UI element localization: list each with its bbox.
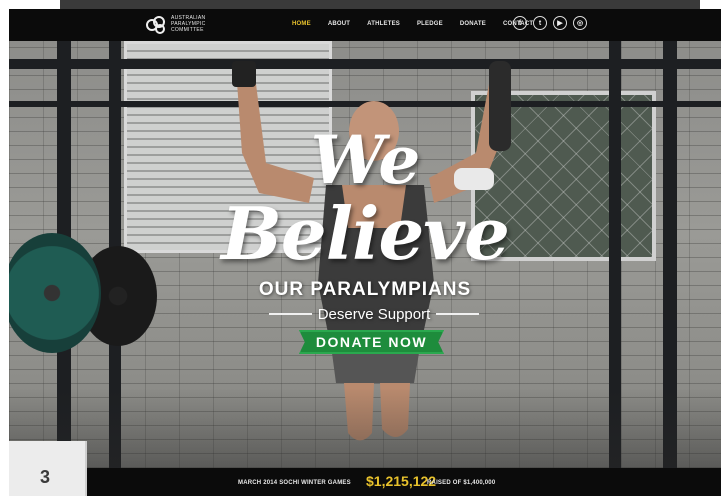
- nav-item-pledge[interactable]: PLEDGE: [417, 21, 443, 27]
- hero-headline-we: We: [310, 121, 421, 199]
- fundraising-label: MARCH 2014 SOCHI WINTER GAMES: [238, 480, 351, 486]
- fundraising-bar: MARCH 2014 SOCHI WINTER GAMES $1,215,122…: [9, 468, 721, 496]
- floor-shadow: [9, 388, 721, 468]
- donate-now-button[interactable]: DONATE NOW: [299, 330, 444, 354]
- youtube-icon[interactable]: ▶: [553, 16, 567, 30]
- nav-item-about[interactable]: ABOUT: [328, 21, 350, 27]
- podium-thumbnail: 3: [9, 441, 87, 496]
- logo[interactable]: AUSTRALIAN PARALYMPIC COMMITTEE: [145, 13, 219, 35]
- site-header: AUSTRALIAN PARALYMPIC COMMITTEE HOME ABO…: [9, 9, 721, 41]
- podium-number: 3: [40, 467, 51, 487]
- page: We Believe OUR PARALYMPIANS Deserve Supp…: [9, 9, 721, 496]
- fundraising-target: RAISED OF $1,400,000: [427, 480, 496, 486]
- nav-item-home[interactable]: HOME: [292, 21, 311, 27]
- paralympic-logo-icon: [146, 16, 165, 34]
- support-tagline: Deserve Support: [269, 304, 479, 324]
- hero-headline-believe: Believe: [221, 191, 510, 276]
- support-text: Deserve Support: [317, 305, 431, 323]
- logo-text: AUSTRALIAN PARALYMPIC COMMITTEE: [171, 15, 206, 33]
- nav-item-donate[interactable]: DONATE: [460, 21, 486, 27]
- hero-subheadline: OUR PARALYMPIANS: [258, 279, 472, 300]
- divider: [436, 313, 479, 315]
- nav-item-athletes[interactable]: ATHLETES: [367, 21, 400, 27]
- instagram-icon[interactable]: ◎: [573, 16, 587, 30]
- main-nav: HOME ABOUT ATHLETES PLEDGE DONATE CONTAC…: [292, 21, 550, 27]
- facebook-icon[interactable]: f: [513, 16, 527, 30]
- fundraising-amount: $1,215,122: [366, 473, 437, 489]
- top-strip: [60, 0, 700, 9]
- twitter-icon[interactable]: t: [533, 16, 547, 30]
- social-links: f t ▶ ◎: [513, 16, 587, 30]
- divider: [269, 313, 312, 315]
